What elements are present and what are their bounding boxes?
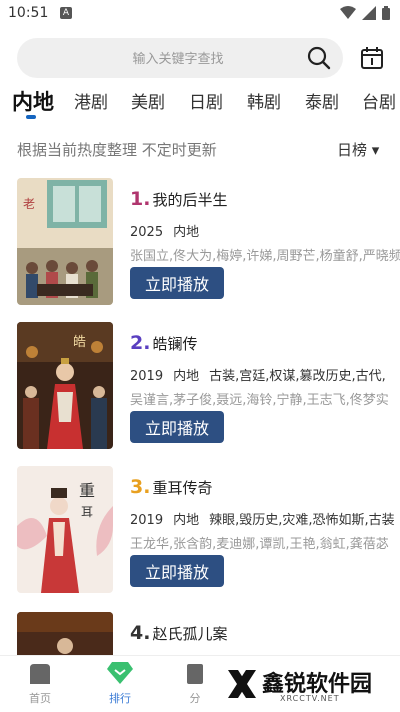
search-icon[interactable] <box>307 46 331 70</box>
list-subtitle: 根据当前热度整理 不定时更新 <box>17 141 217 159</box>
item-region: 内地 <box>173 513 200 528</box>
wifi-icon <box>340 6 356 19</box>
poster-image[interactable]: 皓 <box>17 322 113 449</box>
tab-mainland[interactable]: 内地 <box>12 86 54 116</box>
watermark-logo-icon <box>228 670 256 698</box>
play-now-button[interactable]: 立即播放 <box>130 267 224 299</box>
poster-image[interactable] <box>17 612 113 655</box>
svg-text:老: 老 <box>23 197 35 211</box>
item-region: 内地 <box>173 225 200 240</box>
item-cast: 张国立,佟大为,梅婷,许娣,周野芒,杨童舒,严晓频 <box>130 249 400 264</box>
calendar-icon[interactable] <box>360 46 384 70</box>
watermark-subtext: XRCCTV.NET <box>280 694 340 703</box>
item-cast: 吴谨言,茅子俊,聂远,海铃,宁静,王志飞,佟梦实 <box>130 393 389 408</box>
rank-period-dropdown[interactable]: 日榜 ▾ <box>337 139 379 160</box>
item-year: 2025 <box>130 225 164 240</box>
play-now-button[interactable]: 立即播放 <box>130 411 224 443</box>
tab-kr[interactable]: 韩剧 <box>247 88 281 113</box>
item-title-row: 1. 我的后半生 <box>130 188 228 210</box>
item-meta: 2019 内地 辣眼,毁历史,灾难,恐怖如斯,古装 <box>130 509 400 528</box>
item-title[interactable]: 重耳传奇 <box>152 477 212 498</box>
item-title[interactable]: 皓镧传 <box>152 333 197 354</box>
battery-icon <box>382 6 390 20</box>
nav-category[interactable]: 分 <box>170 662 220 706</box>
active-tab-indicator <box>26 115 36 119</box>
poster-image[interactable]: 重 耳 <box>17 466 113 593</box>
signal-icon <box>362 6 376 20</box>
list-item[interactable]: 重 耳 3. 重耳传奇 2019 内地 辣眼,毁历史,灾难,恐怖如斯,古装 王龙华,… <box>17 466 400 596</box>
rank-number: 3 <box>130 476 144 498</box>
tab-us[interactable]: 美剧 <box>131 88 165 113</box>
svg-text:耳: 耳 <box>81 505 93 519</box>
clock: 10:51 <box>8 5 49 21</box>
item-meta: 2025 内地 <box>130 221 400 240</box>
item-title[interactable]: 赵氏孤儿案 <box>152 623 227 644</box>
rank-number: 2 <box>130 332 144 354</box>
tab-tw[interactable]: 台剧 <box>362 88 396 113</box>
item-title-row: 3. 重耳传奇 <box>130 476 213 498</box>
item-year: 2019 <box>130 369 164 384</box>
svg-text:皓: 皓 <box>73 335 86 350</box>
item-title-row: 2. 皓镧传 <box>130 332 198 354</box>
system-icons <box>340 6 390 20</box>
item-title-row: 4. 赵氏孤儿案 <box>130 622 228 644</box>
item-tags: 辣眼,毁历史,灾难,恐怖如斯,古装 <box>209 513 395 528</box>
status-bar: 10:51 A <box>0 0 400 28</box>
home-icon <box>30 664 50 684</box>
notification-icon: A <box>60 7 72 19</box>
svg-text:重: 重 <box>79 481 95 500</box>
item-title[interactable]: 我的后半生 <box>152 189 227 210</box>
list-item[interactable]: 4. 赵氏孤儿案 <box>17 612 400 655</box>
ranking-diamond-icon <box>107 662 133 684</box>
nav-home-label: 首页 <box>29 692 51 705</box>
item-meta: 2019 内地 古装,宫廷,权谋,篡改历史,古代, <box>130 365 400 384</box>
item-region: 内地 <box>173 369 200 384</box>
tab-jp[interactable]: 日剧 <box>189 88 223 113</box>
tab-hk[interactable]: 港剧 <box>74 88 108 113</box>
nav-ranking[interactable]: 排行 <box>95 662 145 706</box>
item-tags: 古装,宫廷,权谋,篡改历史,古代, <box>209 369 386 384</box>
category-icon <box>187 664 203 684</box>
item-cast: 王龙华,张含韵,麦迪娜,谭凯,王艳,翁虹,龚蓓苾 <box>130 537 389 552</box>
tab-th[interactable]: 泰剧 <box>305 88 339 113</box>
category-tabs: 内地 港剧 美剧 日剧 韩剧 泰剧 台剧 <box>0 88 400 124</box>
nav-home[interactable]: 首页 <box>15 662 65 706</box>
search-input[interactable] <box>17 38 325 80</box>
list-item[interactable]: 皓 2. 皓镧传 2019 内地 古装,宫廷,权谋,篡改历史,古代, 吴谨言,茅子俊… <box>17 322 400 452</box>
poster-image[interactable]: 老 <box>17 178 113 305</box>
rank-number: 1 <box>130 188 144 210</box>
search-bar <box>17 38 343 80</box>
nav-category-label: 分 <box>189 692 201 705</box>
nav-ranking-label: 排行 <box>109 692 131 705</box>
item-year: 2019 <box>130 513 164 528</box>
list-item[interactable]: 老 1. 我的后半生 2025 内地 张国立,佟大为,梅婷,许娣,周野芒,杨童舒,… <box>17 178 400 308</box>
play-now-button[interactable]: 立即播放 <box>130 555 224 587</box>
rank-number: 4 <box>130 622 144 644</box>
watermark: 鑫锐软件园 XRCCTV.NET <box>218 658 400 711</box>
